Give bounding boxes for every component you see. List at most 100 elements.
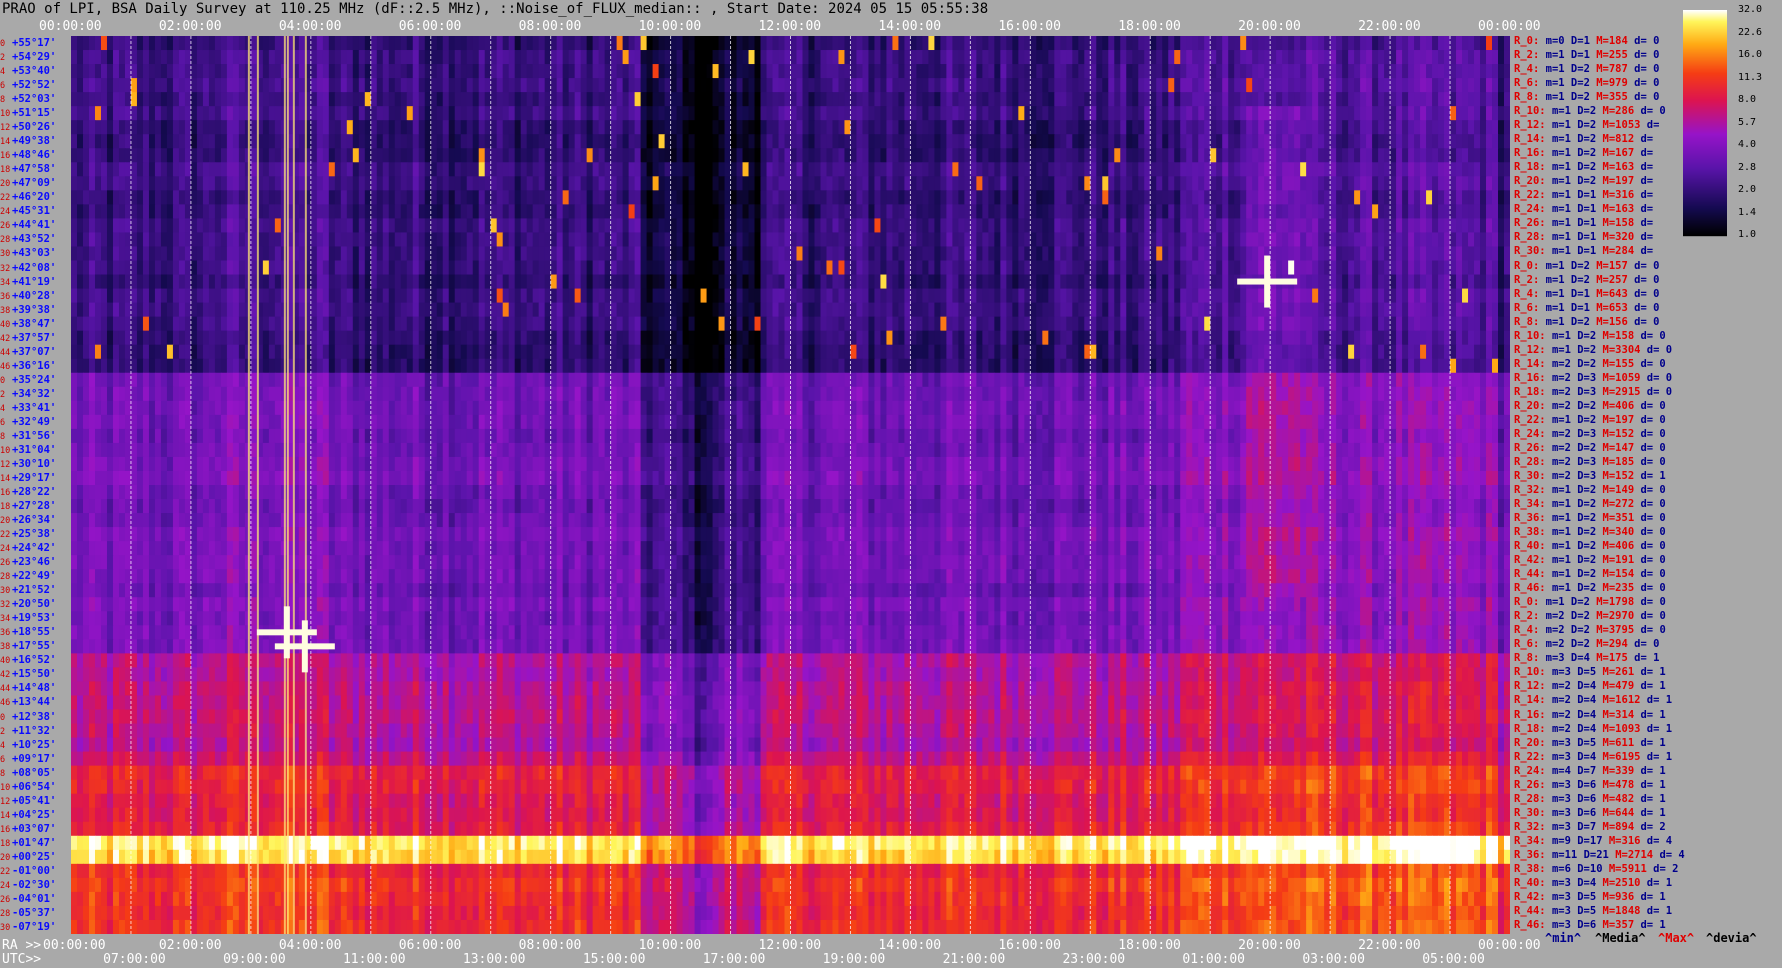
heatmap-cell <box>202 190 210 205</box>
heatmap-cell <box>892 134 900 149</box>
heatmap-cell <box>238 288 246 304</box>
heatmap-cell <box>1096 106 1103 121</box>
heatmap-cell <box>1072 260 1079 276</box>
heatmap-cell <box>154 106 162 121</box>
heatmap-cell <box>1174 232 1181 248</box>
heatmap-cell <box>82 246 90 262</box>
heatmap-cell <box>580 50 588 65</box>
heatmap-cell <box>790 204 798 220</box>
heatmap-cell <box>928 260 935 276</box>
heatmap-cell <box>886 232 894 248</box>
heatmap-cell <box>460 260 468 276</box>
heatmap-cell <box>670 204 678 220</box>
heatmap-cell <box>670 162 678 177</box>
heatmap-cell <box>694 64 702 79</box>
heatmap-cell <box>610 148 618 163</box>
heatmap-cell <box>556 260 564 276</box>
heatmap-cell <box>742 78 750 93</box>
heatmap-cell <box>1048 36 1055 51</box>
heatmap-cell <box>400 218 408 234</box>
heatmap-cell <box>946 218 953 234</box>
heatmap-cell <box>550 190 558 205</box>
heatmap-cell <box>772 246 780 262</box>
heatmap-cell <box>340 120 348 135</box>
heatmap-cell <box>1402 190 1409 205</box>
heatmap-cell <box>1048 50 1055 65</box>
heatmap-cell <box>574 176 582 191</box>
heatmap-cell <box>310 232 318 248</box>
heatmap-cell <box>472 232 480 248</box>
heatmap-cell <box>628 260 636 276</box>
heatmap-cell <box>166 50 174 65</box>
heatmap-cell <box>310 260 318 276</box>
heatmap-cell <box>796 50 804 65</box>
row-declination: +09°17' <box>12 752 57 765</box>
heatmap-cell <box>382 50 390 65</box>
heatmap-cell <box>574 64 582 79</box>
heatmap-cell <box>268 64 276 79</box>
heatmap-cell <box>118 302 126 318</box>
heatmap-cell <box>394 302 402 318</box>
heatmap-cell <box>166 302 174 318</box>
heatmap-cell <box>1054 302 1061 318</box>
heatmap-cell <box>1054 92 1061 107</box>
heatmap-cell <box>250 148 258 163</box>
heatmap-cell <box>1468 78 1475 93</box>
heatmap-cell <box>148 302 156 318</box>
heatmap-cell <box>178 176 186 191</box>
heatmap-cell <box>196 274 204 290</box>
heatmap-cell <box>1210 148 1217 163</box>
heatmap-cell <box>1504 78 1510 93</box>
row-index: 38 <box>0 642 11 653</box>
heatmap-cell <box>1414 78 1421 93</box>
heatmap-cell <box>640 288 648 304</box>
row-declination: +32°49' <box>12 415 57 428</box>
heatmap-cell <box>910 162 918 177</box>
heatmap-cell <box>208 148 216 163</box>
heatmap-cell <box>820 148 828 163</box>
heatmap-cell <box>634 36 642 51</box>
heatmap-cell <box>742 120 750 135</box>
heatmap-cell <box>982 134 989 149</box>
heatmap-cell <box>136 36 144 51</box>
heatmap-cell <box>670 190 678 205</box>
heatmap-cell <box>358 176 366 191</box>
heatmap-cell <box>364 162 372 177</box>
heatmap-cell <box>958 106 965 121</box>
heatmap-cell <box>1438 288 1445 304</box>
row-index: 6 <box>0 417 6 428</box>
heatmap-cell <box>1306 260 1313 276</box>
heatmap-cell <box>1468 92 1475 107</box>
heatmap-cell <box>520 302 528 318</box>
heatmap-cell <box>346 36 354 51</box>
heatmap-cell <box>1066 190 1073 205</box>
row-index: 34 <box>0 614 11 625</box>
heatmap-cell <box>892 274 900 290</box>
heatmap-cell <box>916 260 924 276</box>
heatmap-cell <box>748 302 756 318</box>
heatmap-cell <box>1114 36 1121 51</box>
heatmap-cell <box>490 64 498 79</box>
heatmap-cell <box>124 78 132 93</box>
heatmap-cell <box>1012 302 1019 318</box>
row-declination: +34°32' <box>12 387 57 400</box>
heatmap-cell <box>1312 302 1319 318</box>
heatmap-cell <box>610 176 618 191</box>
heatmap-cell <box>238 92 246 107</box>
heatmap-cell <box>148 274 156 290</box>
heatmap-cell <box>670 246 678 262</box>
heatmap-cell <box>994 176 1001 191</box>
heatmap-cell <box>1216 246 1223 262</box>
heatmap-cell <box>520 274 528 290</box>
heatmap-cell <box>1258 232 1265 248</box>
heatmap-cell <box>1096 204 1103 220</box>
heatmap-cell <box>1072 218 1079 234</box>
heatmap-cell <box>136 162 144 177</box>
heatmap-cell <box>340 232 348 248</box>
heatmap-cell <box>1420 134 1427 149</box>
heatmap-cell <box>1408 106 1415 121</box>
heatmap-cell <box>706 288 714 304</box>
heatmap-cell <box>550 176 558 191</box>
heatmap-cell <box>814 120 822 135</box>
heatmap-cell <box>130 162 138 177</box>
